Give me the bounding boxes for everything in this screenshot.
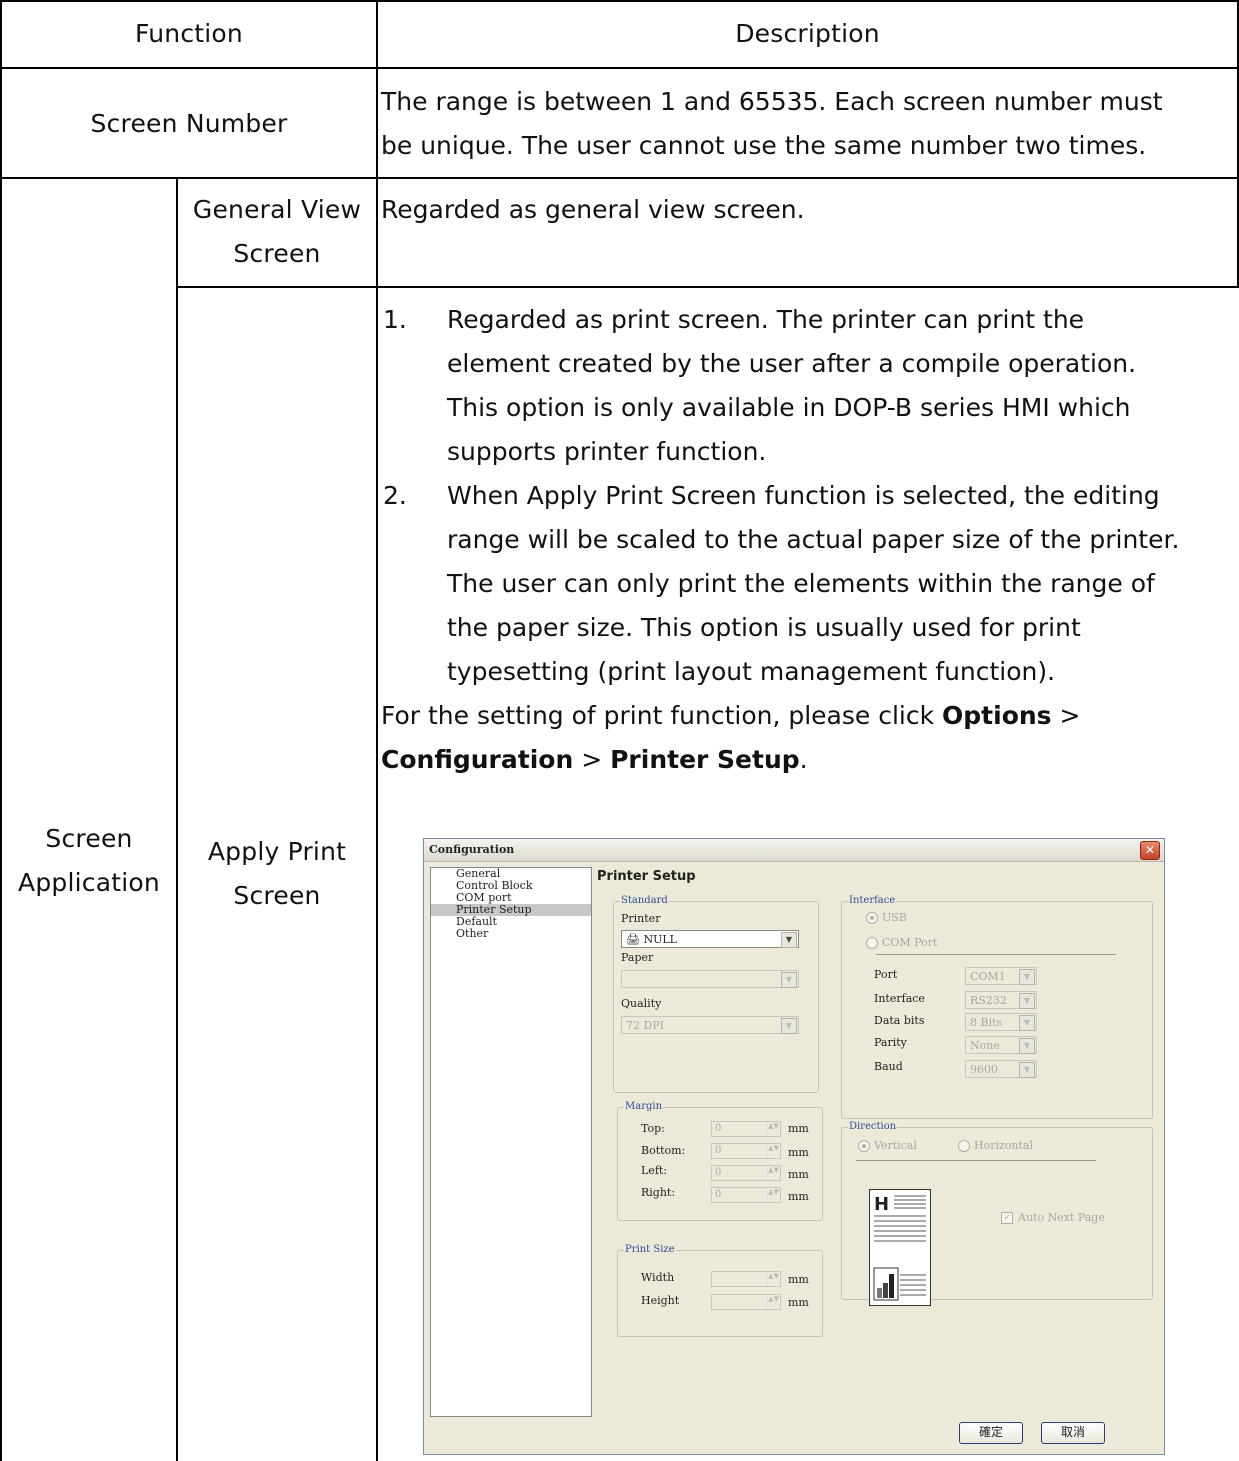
function-table: Function Description Screen Number The r… [0,0,1239,1461]
list-item: 1. Regarded as print screen. The printer… [383,305,1137,466]
configuration-dialog: Configuration ✕ General Control Block CO… [423,838,1165,1455]
dialog-title: Configuration [429,843,515,856]
page-preview-icon: H [869,1189,931,1306]
general-view-description: Regarded as general view screen. [381,195,805,224]
databits-select[interactable]: 8 Bits ▼ [965,1013,1037,1031]
apply-print-label: Apply Print Screen [207,837,347,910]
screen-application-label: Screen Application [18,824,160,897]
cancel-button[interactable]: 取消 [1041,1422,1105,1444]
dialog-title-bar: Configuration ✕ [424,839,1164,862]
chevron-down-icon: ▼ [1019,993,1035,1009]
margin-bottom-input[interactable]: 0 ▲▼ [711,1143,781,1159]
screen-number-description: The range is between 1 and 65535. Each s… [381,87,1163,160]
parity-select[interactable]: None ▼ [965,1036,1037,1054]
print-height-input[interactable]: ▲▼ [711,1294,781,1310]
vertical-radio[interactable] [858,1140,870,1152]
chevron-down-icon: ▼ [781,1018,797,1034]
margin-right-input[interactable]: 0 ▲▼ [711,1187,781,1203]
print-width-input[interactable]: ▲▼ [711,1271,781,1287]
baud-select[interactable]: 9600 ▼ [965,1060,1037,1078]
interface-group: Interface USB COM Port Port COM1 ▼ Interf… [841,895,1153,1119]
screen-number-label: Screen Number [90,109,288,138]
chevron-down-icon: ▼ [1019,1038,1035,1054]
function-header: Function [135,19,243,48]
tree-item-other[interactable]: Other [431,928,591,940]
ok-button[interactable]: 確定 [959,1422,1023,1444]
chevron-down-icon: ▼ [1019,969,1035,985]
margin-top-input[interactable]: 0 ▲▼ [711,1121,781,1137]
paper-select[interactable]: ▼ [621,970,799,988]
tree-item-default[interactable]: Default [431,916,591,928]
printer-select[interactable]: 🖨 NULL ▼ [621,930,799,948]
chevron-down-icon: ▼ [781,932,797,948]
port-select[interactable]: COM1 ▼ [965,967,1037,985]
margin-left-input[interactable]: 0 ▲▼ [711,1165,781,1181]
interface-select[interactable]: RS232 ▼ [965,991,1037,1009]
tree-item-printer-setup[interactable]: Printer Setup [431,904,591,916]
print-setup-note: For the setting of print function, pleas… [381,701,1081,730]
svg-text:H: H [874,1194,889,1215]
margin-group: Margin Top: 0 ▲▼ mm Bottom: 0 ▲▼ mm Left: … [617,1101,823,1221]
apply-print-description: 1. Regarded as print screen. The printer… [381,298,1239,782]
close-icon[interactable]: ✕ [1140,841,1160,860]
chevron-down-icon: ▼ [1019,1015,1035,1031]
auto-next-page-checkbox[interactable]: ✓ [1001,1212,1013,1224]
chevron-down-icon: ▼ [781,972,797,988]
panel-title: Printer Setup [597,869,696,884]
print-size-group: Print Size Width ▲▼ mm Height ▲▼ mm [617,1244,823,1337]
horizontal-radio[interactable] [958,1140,970,1152]
chevron-down-icon: ▼ [1019,1062,1035,1078]
printer-icon: 🖨 NULL [626,933,677,946]
general-view-label: General View Screen [192,195,362,268]
quality-select[interactable]: 72 DPI ▼ [621,1016,799,1034]
com-port-radio[interactable] [866,937,878,949]
standard-group: Standard Printer 🖨 NULL ▼ Paper ▼ Qualit… [613,895,819,1093]
description-header: Description [735,19,880,48]
list-item: 2. When Apply Print Screen function is s… [383,481,1180,686]
usb-radio[interactable] [866,912,878,924]
config-tree: General Control Block COM port Printer S… [430,867,592,1417]
